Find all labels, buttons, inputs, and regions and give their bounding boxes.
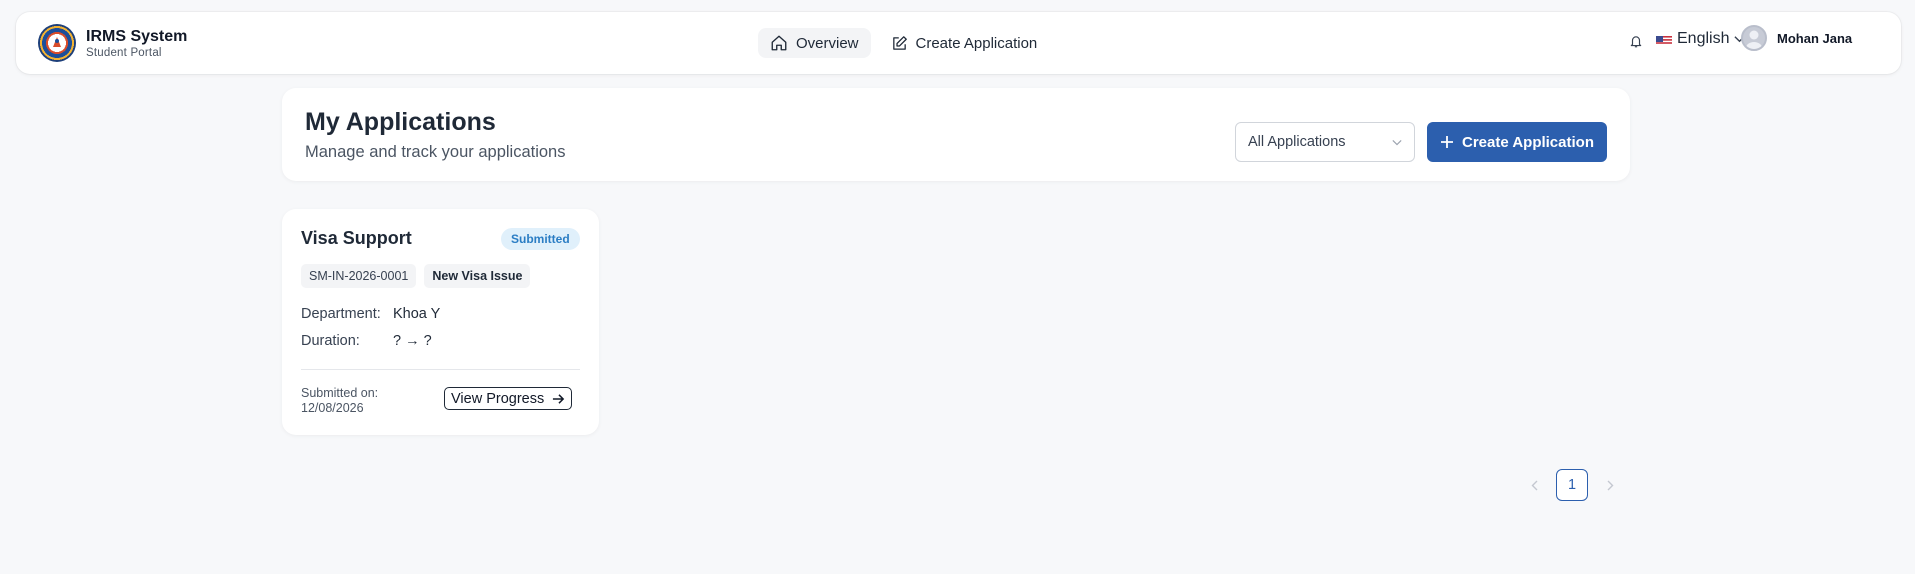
- nav-overview-label: Overview: [796, 34, 859, 52]
- create-application-label: Create Application: [1462, 133, 1594, 151]
- chevron-right-icon: [1607, 480, 1613, 490]
- application-tags: SM-IN-2026-0001 New Visa Issue: [301, 264, 531, 288]
- university-logo-icon: [38, 24, 76, 62]
- duration-row: Duration: ? → ?: [301, 333, 432, 349]
- application-title: Visa Support: [301, 228, 412, 248]
- plus-icon: [1441, 136, 1454, 148]
- application-code-tag: SM-IN-2026-0001: [301, 264, 417, 288]
- brand-subtitle: Student Portal: [86, 46, 162, 59]
- submitted-label: Submitted on:: [301, 386, 379, 400]
- duration-value: ? → ?: [393, 333, 432, 349]
- arrow-right-icon: [553, 393, 565, 404]
- page-header: My Applications Manage and track your ap…: [282, 88, 1630, 181]
- nav-overview[interactable]: Overview: [758, 28, 871, 58]
- user-menu[interactable]: Mohan Jana: [1741, 25, 1852, 51]
- nav-create-application-label: Create Application: [915, 34, 1038, 52]
- status-badge: Submitted: [501, 228, 580, 250]
- brand[interactable]: IRMS System Student Portal: [38, 24, 187, 62]
- department-value: Khoa Y: [393, 306, 441, 322]
- previous-page-button[interactable]: [1526, 477, 1542, 493]
- home-icon: [771, 35, 787, 51]
- pagination: 1: [1526, 469, 1618, 501]
- submitted-date: 12/08/2026: [301, 401, 364, 415]
- chevron-left-icon: [1531, 480, 1537, 490]
- top-navbar: IRMS System Student Portal Overview Crea…: [16, 12, 1901, 74]
- edit-icon: [892, 35, 907, 50]
- filter-selected-value: All Applications: [1248, 134, 1346, 150]
- application-filter-select[interactable]: All Applications: [1235, 122, 1415, 162]
- notifications-bell-icon[interactable]: [1629, 34, 1643, 54]
- chevron-down-icon: [1392, 139, 1402, 145]
- application-type-tag: New Visa Issue: [424, 264, 531, 288]
- language-selector[interactable]: English: [1656, 30, 1746, 48]
- card-divider: [301, 369, 580, 370]
- page-number-button[interactable]: 1: [1556, 469, 1588, 501]
- view-progress-label: View Progress: [451, 390, 545, 407]
- application-card: Visa Support Submitted SM-IN-2026-0001 N…: [282, 209, 599, 435]
- nav-create-application[interactable]: Create Application: [879, 28, 1050, 58]
- brand-title: IRMS System: [86, 27, 188, 45]
- avatar: [1741, 25, 1767, 51]
- page-subtitle: Manage and track your applications: [305, 143, 566, 161]
- user-name: Mohan Jana: [1777, 30, 1853, 46]
- page-title: My Applications: [305, 108, 496, 136]
- view-progress-button[interactable]: View Progress: [444, 387, 573, 410]
- department-label: Department:: [301, 306, 381, 322]
- create-application-button[interactable]: Create Application: [1427, 122, 1607, 162]
- next-page-button[interactable]: [1602, 477, 1618, 493]
- duration-label: Duration:: [301, 333, 360, 349]
- submitted-info: Submitted on: 12/08/2026: [301, 386, 378, 416]
- main-nav: Overview Create Application: [758, 28, 1049, 58]
- language-label: English: [1677, 30, 1730, 47]
- department-row: Department: Khoa Y: [301, 306, 440, 322]
- us-flag-icon: [1656, 34, 1672, 45]
